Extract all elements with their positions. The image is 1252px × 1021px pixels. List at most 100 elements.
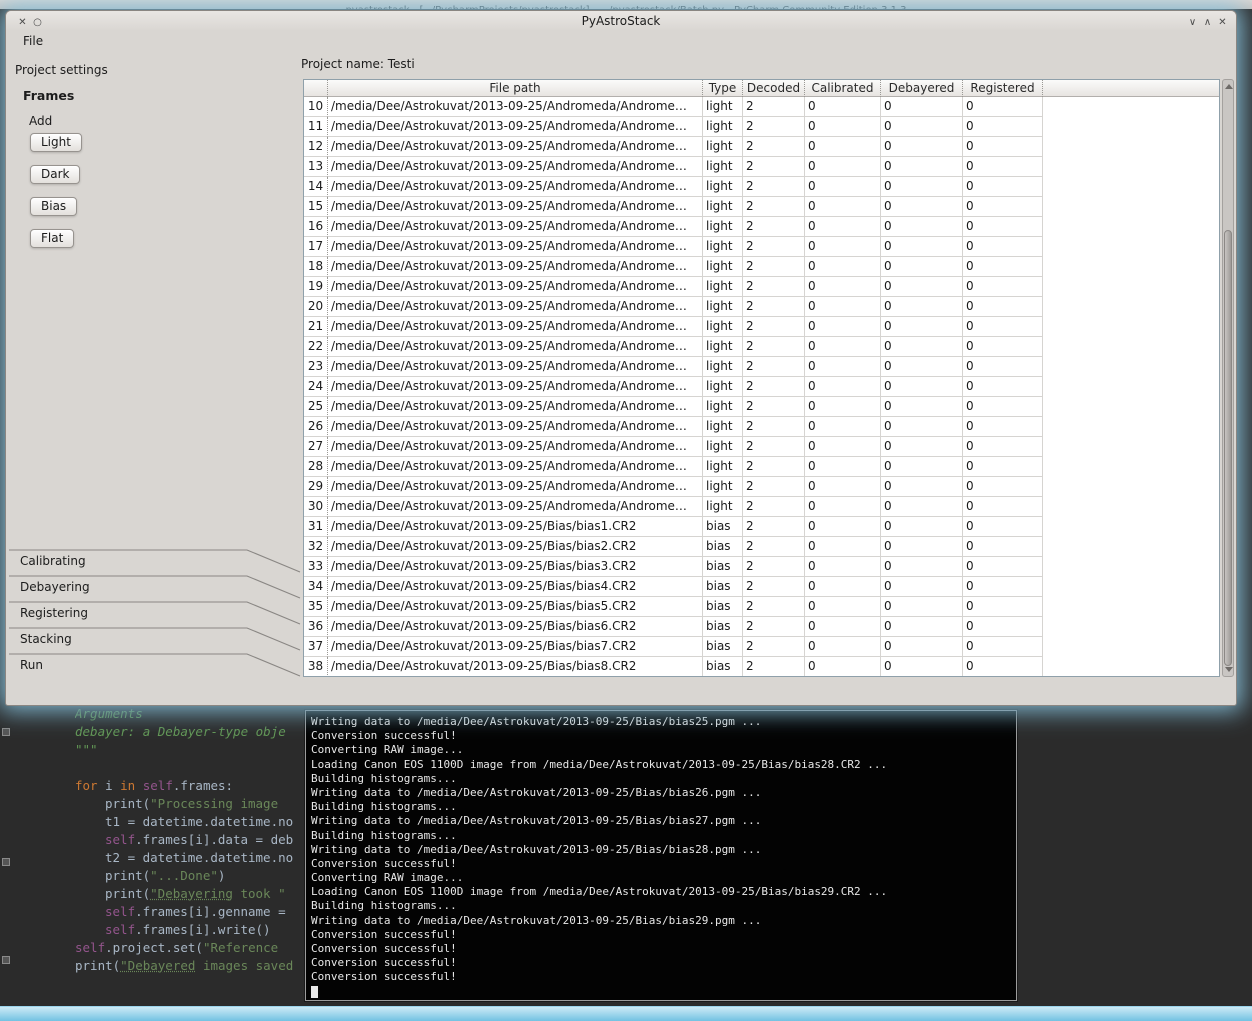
table-row[interactable]: 33/media/Dee/Astrokuvat/2013-09-25/Bias/…: [304, 557, 1043, 577]
table-row[interactable]: 31/media/Dee/Astrokuvat/2013-09-25/Bias/…: [304, 517, 1043, 537]
column-header-dec[interactable]: Decoded: [743, 80, 805, 97]
cell-calibrated: 0: [805, 257, 881, 277]
column-header-type[interactable]: Type: [703, 80, 743, 97]
cell-registered: 0: [963, 577, 1043, 597]
scroll-down-icon[interactable]: [1225, 667, 1233, 672]
cell-decoded: 2: [743, 217, 805, 237]
gutter-icon[interactable]: [2, 728, 10, 736]
add-light-button[interactable]: Light: [30, 133, 82, 152]
column-header-cal[interactable]: Calibrated: [805, 80, 881, 97]
table-row[interactable]: 35/media/Dee/Astrokuvat/2013-09-25/Bias/…: [304, 597, 1043, 617]
table-row[interactable]: 15/media/Dee/Astrokuvat/2013-09-25/Andro…: [304, 197, 1043, 217]
table-row[interactable]: 14/media/Dee/Astrokuvat/2013-09-25/Andro…: [304, 177, 1043, 197]
table-row[interactable]: 16/media/Dee/Astrokuvat/2013-09-25/Andro…: [304, 217, 1043, 237]
terminal-window[interactable]: Writing data to /media/Dee/Astrokuvat/20…: [304, 709, 1018, 1002]
table-row[interactable]: 19/media/Dee/Astrokuvat/2013-09-25/Andro…: [304, 277, 1043, 297]
cell-calibrated: 0: [805, 537, 881, 557]
row-number: 30: [304, 497, 328, 517]
menubar: File: [6, 31, 1236, 51]
table-row[interactable]: 25/media/Dee/Astrokuvat/2013-09-25/Andro…: [304, 397, 1043, 417]
column-header-rownum[interactable]: [304, 80, 328, 97]
section-label: Run: [20, 658, 44, 672]
terminal-line: Writing data to /media/Dee/Astrokuvat/20…: [311, 814, 762, 828]
table-scrollbar[interactable]: [1222, 79, 1234, 677]
cell-file-path: /media/Dee/Astrokuvat/2013-09-25/Bias/bi…: [328, 577, 703, 597]
table-row[interactable]: 28/media/Dee/Astrokuvat/2013-09-25/Andro…: [304, 457, 1043, 477]
row-number: 15: [304, 197, 328, 217]
gutter-icon[interactable]: [2, 956, 10, 964]
cell-registered: 0: [963, 157, 1043, 177]
gutter-icon[interactable]: [2, 858, 10, 866]
table-row[interactable]: 32/media/Dee/Astrokuvat/2013-09-25/Bias/…: [304, 537, 1043, 557]
row-number: 11: [304, 117, 328, 137]
cell-decoded: 2: [743, 357, 805, 377]
table-row[interactable]: 10/media/Dee/Astrokuvat/2013-09-25/Andro…: [304, 97, 1043, 117]
table-row[interactable]: 38/media/Dee/Astrokuvat/2013-09-25/Bias/…: [304, 657, 1043, 676]
scrollbar-thumb[interactable]: [1224, 230, 1232, 666]
cell-file-path: /media/Dee/Astrokuvat/2013-09-25/Androme…: [328, 97, 703, 117]
cell-decoded: 2: [743, 517, 805, 537]
cell-debayered: 0: [881, 617, 963, 637]
cell-file-path: /media/Dee/Astrokuvat/2013-09-25/Androme…: [328, 117, 703, 137]
column-header-deb[interactable]: Debayered: [881, 80, 963, 97]
cell-registered: 0: [963, 397, 1043, 417]
row-number: 31: [304, 517, 328, 537]
add-bias-button[interactable]: Bias: [30, 197, 78, 216]
row-number: 17: [304, 237, 328, 257]
table-row[interactable]: 34/media/Dee/Astrokuvat/2013-09-25/Bias/…: [304, 577, 1043, 597]
column-header-reg[interactable]: Registered: [963, 80, 1043, 97]
cell-file-path: /media/Dee/Astrokuvat/2013-09-25/Androme…: [328, 157, 703, 177]
app-titlebar[interactable]: ✕ ○ PyAstroStack ∨ ∧ ✕: [6, 11, 1236, 31]
section-run[interactable]: Run: [9, 651, 301, 677]
table-row[interactable]: 13/media/Dee/Astrokuvat/2013-09-25/Andro…: [304, 157, 1043, 177]
window-bottom-highlight: [0, 1006, 1252, 1021]
cell-type: light: [703, 297, 743, 317]
cell-type: bias: [703, 577, 743, 597]
cell-calibrated: 0: [805, 237, 881, 257]
table-row[interactable]: 26/media/Dee/Astrokuvat/2013-09-25/Andro…: [304, 417, 1043, 437]
section-registering[interactable]: Registering: [9, 599, 301, 625]
section-label: Calibrating: [20, 554, 86, 568]
terminal-line: Conversion successful!: [311, 927, 457, 941]
cell-type: bias: [703, 617, 743, 637]
sticky-icon[interactable]: ○: [30, 13, 45, 33]
table-row[interactable]: 23/media/Dee/Astrokuvat/2013-09-25/Andro…: [304, 357, 1043, 377]
keep-below-icon[interactable]: ∨: [1185, 13, 1200, 33]
add-flat-button[interactable]: Flat: [30, 229, 75, 248]
cell-decoded: 2: [743, 157, 805, 177]
section-debayering[interactable]: Debayering: [9, 573, 301, 599]
cell-file-path: /media/Dee/Astrokuvat/2013-09-25/Androme…: [328, 437, 703, 457]
row-number: 24: [304, 377, 328, 397]
table-row[interactable]: 12/media/Dee/Astrokuvat/2013-09-25/Andro…: [304, 137, 1043, 157]
cell-type: light: [703, 317, 743, 337]
menu-item-file[interactable]: File: [19, 31, 47, 51]
section-stacking[interactable]: Stacking: [9, 625, 301, 651]
add-dark-button[interactable]: Dark: [30, 165, 81, 184]
scroll-up-icon[interactable]: [1225, 84, 1233, 89]
cell-file-path: /media/Dee/Astrokuvat/2013-09-25/Androme…: [328, 337, 703, 357]
keep-above-icon[interactable]: ∧: [1200, 13, 1215, 33]
cell-type: light: [703, 177, 743, 197]
cell-registered: 0: [963, 617, 1043, 637]
column-header-path[interactable]: File path: [328, 80, 703, 97]
cell-registered: 0: [963, 217, 1043, 237]
table-row[interactable]: 29/media/Dee/Astrokuvat/2013-09-25/Andro…: [304, 477, 1043, 497]
table-row[interactable]: 18/media/Dee/Astrokuvat/2013-09-25/Andro…: [304, 257, 1043, 277]
table-row[interactable]: 17/media/Dee/Astrokuvat/2013-09-25/Andro…: [304, 237, 1043, 257]
cell-debayered: 0: [881, 657, 963, 676]
frame-add-buttons: Light Dark Bias Flat: [30, 133, 82, 248]
table-row[interactable]: 20/media/Dee/Astrokuvat/2013-09-25/Andro…: [304, 297, 1043, 317]
table-row[interactable]: 30/media/Dee/Astrokuvat/2013-09-25/Andro…: [304, 497, 1043, 517]
table-row[interactable]: 24/media/Dee/Astrokuvat/2013-09-25/Andro…: [304, 377, 1043, 397]
close-icon[interactable]: ✕: [1215, 13, 1230, 33]
table-row[interactable]: 27/media/Dee/Astrokuvat/2013-09-25/Andro…: [304, 437, 1043, 457]
terminal-line: Writing data to /media/Dee/Astrokuvat/20…: [311, 842, 762, 856]
table-row[interactable]: 21/media/Dee/Astrokuvat/2013-09-25/Andro…: [304, 317, 1043, 337]
section-calibrating[interactable]: Calibrating: [9, 547, 301, 573]
close-icon[interactable]: ✕: [15, 13, 30, 33]
table-row[interactable]: 22/media/Dee/Astrokuvat/2013-09-25/Andro…: [304, 337, 1043, 357]
table-row[interactable]: 36/media/Dee/Astrokuvat/2013-09-25/Bias/…: [304, 617, 1043, 637]
table-row[interactable]: 11/media/Dee/Astrokuvat/2013-09-25/Andro…: [304, 117, 1043, 137]
row-number: 13: [304, 157, 328, 177]
table-row[interactable]: 37/media/Dee/Astrokuvat/2013-09-25/Bias/…: [304, 637, 1043, 657]
